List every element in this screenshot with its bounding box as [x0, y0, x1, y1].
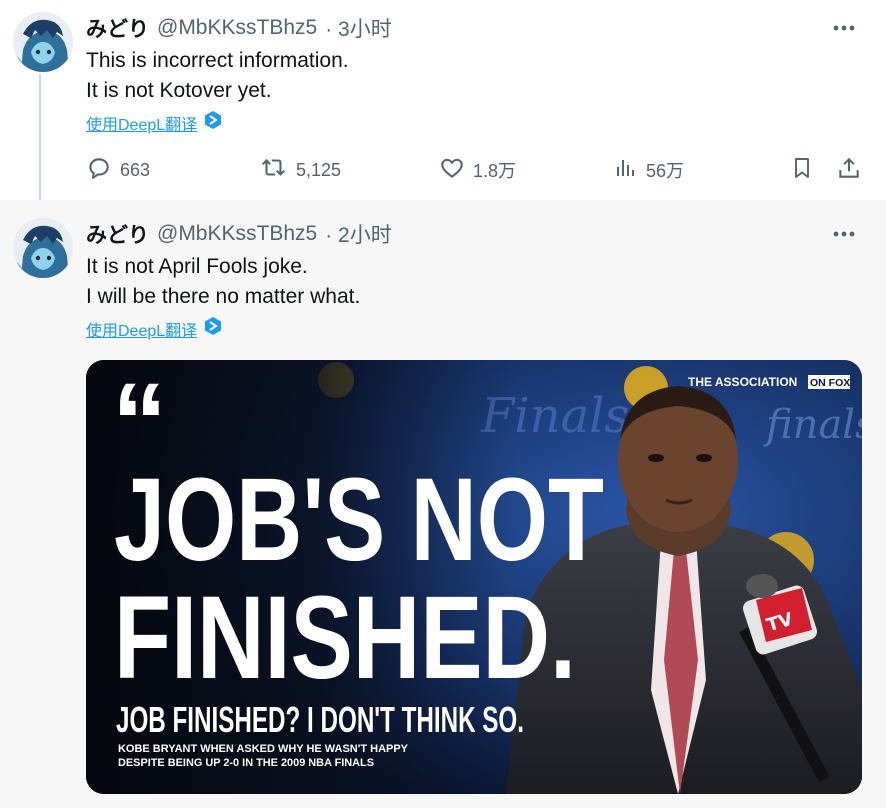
- tweet-line: It is not April Fools joke.: [86, 255, 308, 278]
- tweet-header: みどり @MbKKssTBhz5 · 3小时: [86, 14, 392, 42]
- reply-button[interactable]: 663: [86, 155, 150, 185]
- deepl-icon: [203, 110, 223, 135]
- avatar[interactable]: [13, 12, 73, 72]
- brand-label: THE ASSOCIATION: [688, 375, 797, 389]
- tweet-line: I will be there no matter what.: [86, 285, 361, 308]
- headline-line-1: JOB'S NOT: [114, 454, 604, 586]
- display-name[interactable]: みどり: [86, 13, 149, 43]
- backdrop-finals-text: finals: [763, 402, 862, 448]
- retweet-count: 5,125: [296, 159, 342, 180]
- timestamp[interactable]: · 2小时: [325, 219, 392, 249]
- kobe-quote-graphic: Finals finals TV THE ASSOCIATION ON FOX: [86, 360, 862, 794]
- translate-link[interactable]: 使用DeepL翻译: [86, 316, 223, 341]
- deepl-icon: [203, 316, 223, 341]
- views-button[interactable]: 56万: [614, 155, 684, 185]
- tweet-line: It is not Kotover yet.: [86, 79, 272, 102]
- tweet-text: It is not April Fools joke. I will be th…: [86, 252, 360, 312]
- retweet-icon: [260, 155, 288, 186]
- user-handle[interactable]: @MbKKssTBhz5: [157, 16, 317, 40]
- subheadline: JOB FINISHED? I DON'T THINK SO.: [116, 699, 524, 740]
- brand-tag: ON FOX: [810, 377, 850, 389]
- share-icon: [836, 155, 862, 186]
- reply-icon: [86, 155, 112, 186]
- thread-line: [39, 74, 41, 214]
- tweet-line: This is incorrect information.: [86, 49, 349, 72]
- tweet-header: みどり @MbKKssTBhz5 · 2小时: [86, 220, 392, 248]
- translate-label[interactable]: 使用DeepL翻译: [86, 111, 197, 135]
- like-count: 1.8万: [473, 161, 517, 181]
- translate-label[interactable]: 使用DeepL翻译: [86, 317, 197, 341]
- more-icon[interactable]: [828, 14, 860, 42]
- tweet-text: This is incorrect information. It is not…: [86, 46, 349, 106]
- timestamp[interactable]: · 3小时: [325, 13, 392, 43]
- like-button[interactable]: 1.8万: [439, 155, 516, 185]
- display-name[interactable]: みどり: [86, 219, 149, 249]
- views-count: 56万: [646, 161, 685, 181]
- action-bar: 663 5,125 1.8万 56万: [86, 155, 866, 185]
- user-handle[interactable]: @MbKKssTBhz5: [157, 222, 317, 246]
- caption-line-1: KOBE BRYANT WHEN ASKED WHY HE WASN'T HAP…: [118, 743, 409, 755]
- translate-link[interactable]: 使用DeepL翻译: [86, 110, 223, 135]
- caption-line-2: DESPITE BEING UP 2-0 IN THE 2009 NBA FIN…: [118, 757, 374, 769]
- reply-count: 663: [120, 159, 151, 180]
- avatar[interactable]: [13, 218, 73, 278]
- bookmark-icon: [790, 155, 814, 186]
- headline-line-2: FINISHED.: [114, 572, 576, 704]
- tweet-1[interactable]: みどり @MbKKssTBhz5 · 3小时 This is incorrect…: [0, 0, 886, 214]
- share-button[interactable]: [836, 155, 862, 185]
- more-icon[interactable]: [828, 220, 860, 248]
- tweet-2[interactable]: みどり @MbKKssTBhz5 · 2小时 It is not April F…: [0, 200, 886, 808]
- retweet-button[interactable]: 5,125: [260, 155, 341, 185]
- tweet-image[interactable]: Finals finals TV THE ASSOCIATION ON FOX: [86, 360, 862, 794]
- like-icon: [439, 155, 465, 186]
- views-icon: [614, 155, 638, 186]
- bookmark-button[interactable]: [790, 155, 814, 185]
